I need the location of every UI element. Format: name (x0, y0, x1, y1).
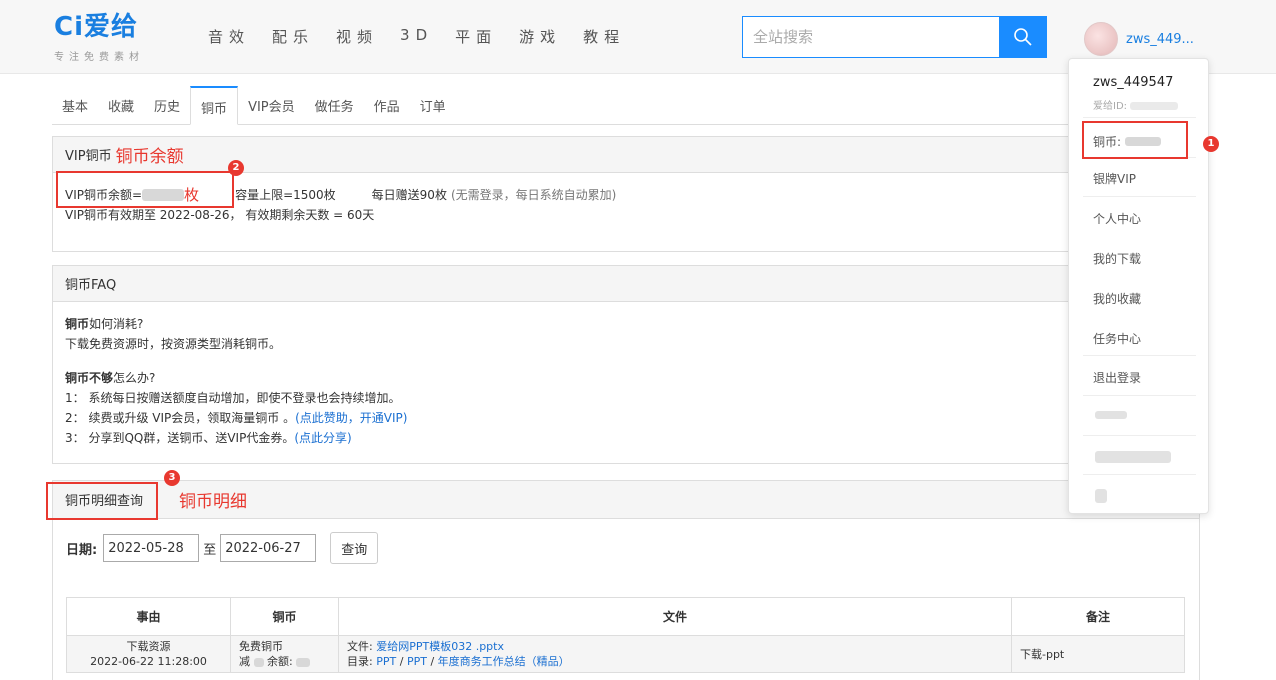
blurred-value (1095, 411, 1127, 419)
annotation-label: 铜币明细 (179, 492, 248, 512)
blurred-value (1095, 489, 1107, 503)
blurred-value (296, 657, 311, 667)
blurred-value (1130, 102, 1179, 110)
divider (1083, 117, 1196, 118)
validity-text: VIP铜币有效期至 2022-08-26， 有效期剩余天数 = 60天 (65, 208, 375, 222)
date-from-input[interactable] (103, 534, 200, 562)
cell-coins: 免费铜币 减 余额: (230, 635, 339, 673)
faq-item: 1： 系统每日按赠送额度自动增加，即使不登录也会持续增加。 (65, 391, 401, 405)
highlight-box (46, 482, 158, 520)
nav-music[interactable]: 配乐 (272, 26, 314, 47)
tab-orders[interactable]: 订单 (410, 86, 456, 125)
nav-3d[interactable]: 3D (400, 26, 433, 47)
faq-body: 铜币如何消耗? 下载免费资源时，按资源类型消耗铜币。 铜币不够怎么办? 1： 系… (53, 302, 1199, 460)
tab-vip[interactable]: VIP会员 (238, 86, 305, 125)
daily-note: (无需登录，每日系统自动累加) (450, 188, 617, 202)
nav-graphic[interactable]: 平面 (455, 26, 497, 47)
logo-text: Ci爱给 (54, 12, 138, 42)
search-input[interactable] (742, 16, 1000, 58)
blurred-value (253, 657, 264, 667)
divider (1083, 196, 1196, 197)
to-label: 至 (203, 542, 217, 558)
dir-link[interactable]: 年度商务工作总结（精品） (438, 655, 570, 668)
search-button[interactable] (999, 16, 1047, 58)
nav-tutorial[interactable]: 教程 (583, 26, 625, 47)
coin-detail-table: 事由 铜币 文件 备注 下载资源 2022-06-22 11:28:00 免费铜… (66, 597, 1185, 673)
panel-title: 铜币FAQ (65, 278, 117, 293)
file-link[interactable]: 爱给网PPT模板032 .pptx (376, 640, 504, 653)
dropdown-item-favorites[interactable]: 我的收藏 (1093, 290, 1141, 307)
highlight-box (56, 171, 234, 208)
table-row: 下载资源 2022-06-22 11:28:00 免费铜币 减 余额: 文件: … (66, 635, 1185, 673)
search-icon (1014, 28, 1032, 46)
cell-note: 下载-ppt (1011, 635, 1185, 673)
panel-header: 铜币明细查询 铜币明细 (53, 481, 1199, 519)
tab-works[interactable]: 作品 (364, 86, 410, 125)
nav-game[interactable]: 游戏 (519, 26, 561, 47)
step-badge: 2 (228, 160, 244, 176)
table-header-row: 事由 铜币 文件 备注 (66, 597, 1185, 636)
logo-tagline: 专注免费素材 (54, 52, 144, 63)
divider (1083, 355, 1196, 356)
faq-question: 铜币如何消耗? (65, 317, 144, 331)
step-badge: 1 (1203, 136, 1219, 152)
col-note: 备注 (1011, 597, 1185, 636)
dropdown-user-id: 爱给ID: (1093, 97, 1179, 112)
daily-text: 每日赠送90枚 (371, 188, 447, 202)
tab-tasks[interactable]: 做任务 (305, 86, 364, 125)
avatar[interactable] (1084, 22, 1118, 56)
tab-history[interactable]: 历史 (144, 86, 190, 125)
annotation-label: 铜币余额 (115, 147, 184, 167)
faq-item: 3： 分享到QQ群，送铜币、送VIP代金券。(点此分享) (65, 431, 352, 445)
main-nav: 音效 配乐 视频 3D 平面 游戏 教程 (208, 26, 647, 47)
col-file: 文件 (338, 597, 1012, 636)
tab-favorites[interactable]: 收藏 (98, 86, 144, 125)
nav-video[interactable]: 视频 (336, 26, 378, 47)
divider (1083, 435, 1196, 436)
capacity-text: 容量上限=1500枚 (235, 188, 336, 202)
faq-panel: 铜币FAQ 铜币如何消耗? 下载免费资源时，按资源类型消耗铜币。 铜币不够怎么办… (52, 265, 1200, 464)
site-logo[interactable]: Ci爱给 专注免费素材 (54, 12, 144, 63)
step-badge: 3 (164, 470, 180, 486)
panel-header: VIP铜币 铜币余额 (53, 137, 1199, 173)
faq-answer: 下载免费资源时，按资源类型消耗铜币。 (65, 337, 282, 351)
col-reason: 事由 (66, 597, 231, 636)
cell-file: 文件: 爱给网PPT模板032 .pptx 目录: PPT / PPT / 年度… (338, 635, 1012, 673)
dropdown-item-logout[interactable]: 退出登录 (1093, 369, 1141, 386)
date-label: 日期: (66, 542, 98, 558)
dropdown-item-vip[interactable]: 银牌VIP (1093, 170, 1136, 187)
tab-basic[interactable]: 基本 (52, 86, 98, 125)
date-query-form: 日期: 至 查询 (66, 532, 379, 564)
dropdown-item-downloads[interactable]: 我的下载 (1093, 250, 1141, 267)
dropdown-item-tasks[interactable]: 任务中心 (1093, 330, 1141, 347)
date-to-input[interactable] (220, 534, 317, 562)
panel-title: VIP铜币 (65, 149, 112, 164)
share-link[interactable]: (点此分享) (294, 431, 351, 445)
user-menu-trigger[interactable]: zws_449... (1084, 22, 1194, 56)
dir-link[interactable]: PPT (407, 655, 427, 668)
tab-coins[interactable]: 铜币 (190, 86, 239, 125)
divider (1083, 395, 1196, 396)
faq-item: 2： 续费或升级 VIP会员，领取海量铜币 。(点此赞助，开通VIP) (65, 411, 408, 425)
query-button[interactable]: 查询 (330, 532, 379, 564)
cell-reason: 下载资源 2022-06-22 11:28:00 (66, 635, 231, 673)
blurred-value (1095, 451, 1171, 463)
col-coins: 铜币 (230, 597, 339, 636)
dropdown-item-profile[interactable]: 个人中心 (1093, 210, 1141, 227)
highlight-box (1082, 121, 1188, 159)
divider (1083, 474, 1196, 475)
dir-link[interactable]: PPT (376, 655, 396, 668)
search-bar (742, 16, 1047, 58)
dropdown-username: zws_449547 (1093, 75, 1174, 90)
username-short[interactable]: zws_449... (1126, 32, 1194, 47)
vip-link[interactable]: (点此赞助，开通VIP) (295, 411, 407, 425)
faq-question: 铜币不够怎么办? (65, 371, 156, 385)
nav-audio[interactable]: 音效 (208, 26, 250, 47)
account-tabs: 基本 收藏 历史 铜币 VIP会员 做任务 作品 订单 (52, 86, 1200, 125)
panel-header: 铜币FAQ (53, 266, 1199, 302)
